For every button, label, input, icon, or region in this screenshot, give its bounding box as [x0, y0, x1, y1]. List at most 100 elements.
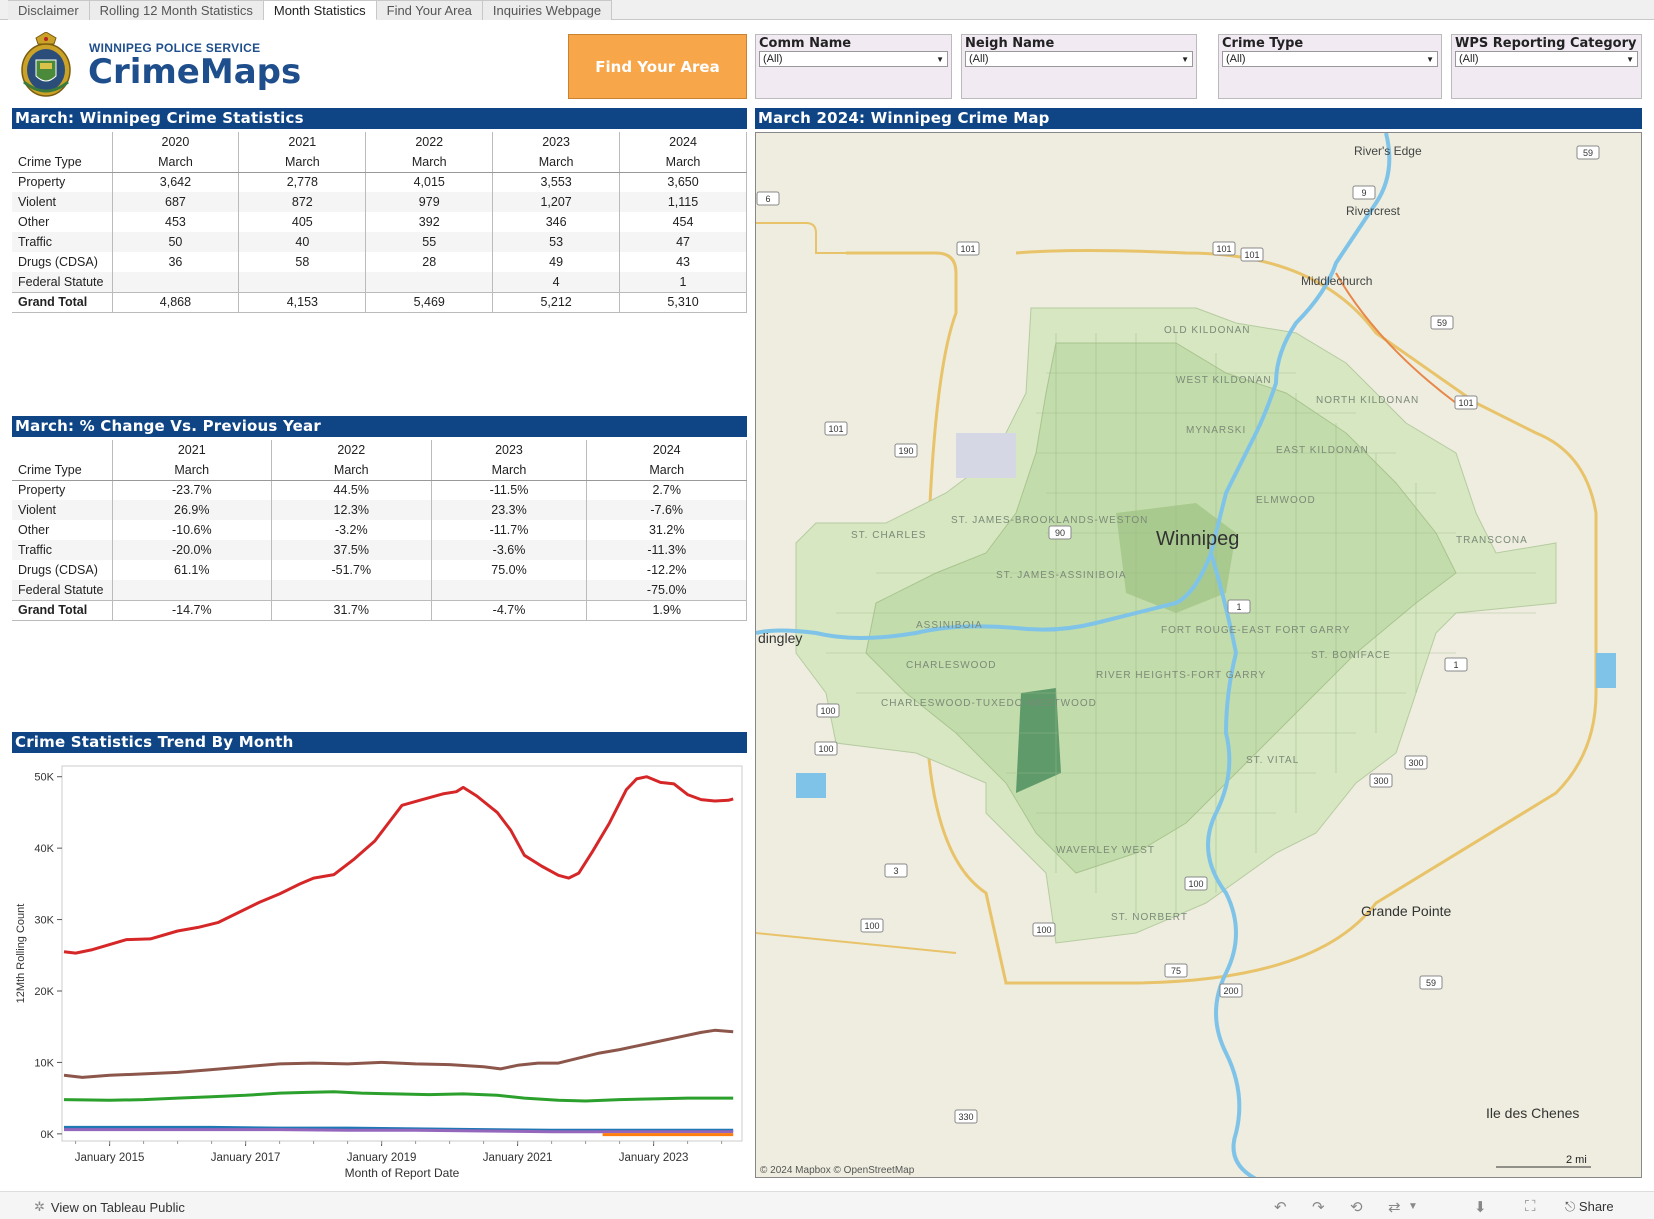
table-row: Violent 26.9% 12.3% 23.3% -7.6%: [12, 500, 747, 520]
place-label: Rivercrest: [1346, 204, 1401, 218]
filter-label: Neigh Name: [965, 36, 1055, 51]
crime-type-cell: Other: [12, 212, 113, 232]
value-cell: 453: [112, 212, 240, 232]
highway-shield: 101: [956, 241, 980, 256]
tab-find-your-area[interactable]: Find Your Area: [376, 0, 483, 20]
highway-shield: 100: [1184, 876, 1208, 891]
value-cell: [112, 272, 240, 292]
place-label: Ile des Chenes: [1486, 1105, 1579, 1121]
value-cell: 1.9%: [586, 599, 747, 621]
share-button[interactable]: ⎋ Share: [1565, 1199, 1614, 1215]
shield-number: 100: [820, 706, 835, 716]
shield-number: 1: [1453, 660, 1458, 670]
value-cell: -23.7%: [112, 480, 273, 500]
comm-name-select[interactable]: (All) ▼: [759, 51, 948, 67]
undo-icon[interactable]: ↶: [1274, 1198, 1287, 1216]
x-tick-label: January 2019: [347, 1152, 417, 1164]
shield-number: 190: [898, 446, 913, 456]
highway-shield: 101: [824, 421, 848, 436]
neighbourhood-label: ST. JAMES-ASSINIBOIA: [996, 570, 1127, 581]
highway-shield: 101: [1454, 395, 1478, 410]
x-tick-label: January 2017: [211, 1152, 281, 1164]
month-header: March: [238, 152, 367, 173]
refresh-icon[interactable]: ⇄: [1388, 1198, 1401, 1216]
shield-number: 100: [818, 744, 833, 754]
value-cell: 61.1%: [112, 560, 273, 580]
tableau-icon: ✲: [34, 1199, 45, 1214]
highway-shield: 300: [1369, 773, 1393, 788]
table-row: Drugs (CDSA) 36 58 28 49 43: [12, 252, 747, 272]
value-cell: 31.7%: [271, 599, 432, 621]
value-cell: 55: [365, 232, 494, 252]
neighbourhood-label: ST. VITAL: [1246, 755, 1299, 766]
value-cell: 50: [112, 232, 240, 252]
value-cell: -12.2%: [586, 560, 747, 580]
highway-shield: 100: [1032, 922, 1056, 937]
crime-type-cell: Traffic: [12, 232, 113, 252]
chevron-down-icon[interactable]: ▼: [1408, 1201, 1418, 1212]
x-tick-label: January 2021: [483, 1152, 553, 1164]
filter-comm-name: Comm Name (All) ▼: [755, 34, 952, 99]
value-cell: 4: [492, 272, 621, 292]
crime-type-cell: Drugs (CDSA): [12, 252, 113, 272]
table-row: Federal Statute 4 1: [12, 272, 747, 292]
fullscreen-icon[interactable]: ⛶: [1525, 1198, 1536, 1215]
month-header: March: [365, 152, 494, 173]
grand-total-row: Grand Total 4,868 4,153 5,469 5,212 5,310: [12, 291, 747, 313]
shield-number: 100: [864, 921, 879, 931]
x-tick-label: January 2023: [619, 1152, 689, 1164]
value-cell: [238, 272, 367, 292]
value-cell: 454: [619, 212, 747, 232]
highway-shield: 190: [894, 443, 918, 458]
redo-icon[interactable]: ↷: [1312, 1198, 1325, 1216]
highway-shield: 59: [1419, 975, 1443, 990]
view-on-tableau-link[interactable]: ✲ View on Tableau Public: [34, 1199, 185, 1215]
tab-inquiries[interactable]: Inquiries Webpage: [482, 0, 613, 20]
highway-shield: 3: [884, 863, 908, 878]
shield-number: 6: [765, 194, 770, 204]
highway-shield: 75: [1164, 963, 1188, 978]
shield-number: 3: [893, 866, 898, 876]
value-cell: [112, 580, 273, 600]
trend-chart-svg: 0K 10K 20K 30K 40K 50K January 2015 January 201…: [15, 765, 743, 1180]
highway-shield: 100: [816, 703, 840, 718]
filter-crime-type: Crime Type (All) ▼: [1218, 34, 1442, 99]
download-icon[interactable]: ⬇: [1474, 1198, 1487, 1216]
revert-icon[interactable]: ⟲: [1350, 1198, 1363, 1216]
value-cell: -4.7%: [431, 599, 588, 621]
crime-type-select[interactable]: (All) ▼: [1222, 51, 1438, 67]
value-cell: 2,778: [238, 172, 367, 192]
filter-neigh-name: Neigh Name (All) ▼: [961, 34, 1197, 99]
tab-month-statistics[interactable]: Month Statistics: [263, 0, 377, 20]
table-row: Federal Statute -75.0%: [12, 580, 747, 600]
crime-map[interactable]: River's Edge Rivercrest Middlechurch Win…: [755, 132, 1642, 1178]
year-header: 2021: [112, 440, 273, 460]
year-header-row: 2020 2021 2022 2023 2024: [12, 132, 747, 152]
place-label: Grande Pointe: [1361, 903, 1451, 919]
crime-type-cell: Violent: [12, 500, 113, 520]
y-tick-label: 10K: [34, 1057, 54, 1069]
find-your-area-button[interactable]: Find Your Area: [568, 34, 747, 99]
tab-disclaimer[interactable]: Disclaimer: [8, 0, 90, 20]
value-cell: 28: [365, 252, 494, 272]
neigh-name-select[interactable]: (All) ▼: [965, 51, 1193, 67]
value-cell: 3,553: [492, 172, 621, 192]
value-cell: 5,469: [365, 291, 494, 313]
tableau-link-label: View on Tableau Public: [50, 1199, 185, 1215]
value-cell: [271, 580, 432, 600]
dropdown-arrow-icon: ▼: [1626, 54, 1634, 64]
shield-number: 300: [1373, 776, 1388, 786]
crime-type-cell: Federal Statute: [12, 272, 113, 292]
tab-rolling-12-month[interactable]: Rolling 12 Month Statistics: [89, 0, 264, 20]
y-tick-label: 0K: [41, 1129, 55, 1141]
shield-number: 100: [1188, 879, 1203, 889]
wps-category-select[interactable]: (All) ▼: [1455, 51, 1638, 67]
neighbourhood-label: MYNARSKI: [1186, 425, 1246, 436]
value-cell: 26.9%: [112, 500, 273, 520]
highway-shield: 200: [1219, 983, 1243, 998]
shield-number: 59: [1426, 978, 1436, 988]
month-header: March: [586, 460, 747, 481]
grand-total-row: Grand Total -14.7% 31.7% -4.7% 1.9%: [12, 599, 747, 621]
app-title: CrimeMaps: [88, 52, 302, 92]
value-cell: -14.7%: [112, 599, 273, 621]
